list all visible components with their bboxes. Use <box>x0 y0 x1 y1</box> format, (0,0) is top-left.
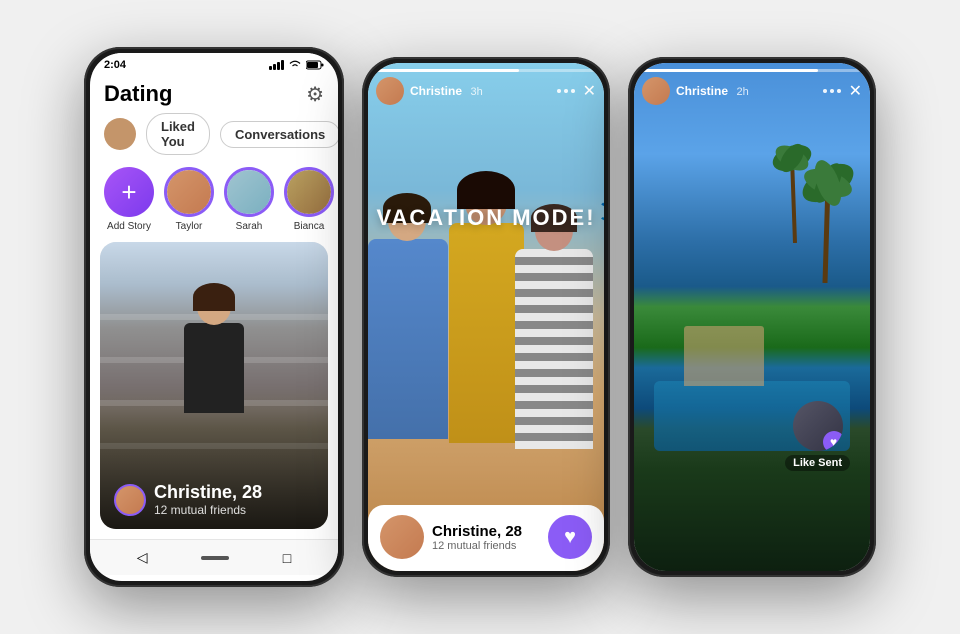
story-profile-name-2: Christine, 28 <box>432 523 522 540</box>
profile-name: Christine, 28 <box>154 482 262 503</box>
taylor-label: Taylor <box>176 221 203 232</box>
nav-bar-1: ◁ □ <box>90 539 338 575</box>
status-time: 2:04 <box>104 59 126 71</box>
story-time-3: 2h <box>736 86 748 98</box>
story-bianca[interactable]: Bianca <box>284 167 334 232</box>
profile-overlay: Christine, 28 12 mutual friends <box>100 409 328 529</box>
like-sent-label: Like Sent <box>785 455 850 471</box>
add-story-label: Add Story <box>107 221 151 232</box>
like-sent-overlay: ♥ Like Sent <box>785 401 850 471</box>
story-progress-fill-2 <box>376 69 519 72</box>
like-button-2[interactable]: ♥ <box>548 515 592 559</box>
phone-2: VACATION MODE! ✈️ Christine 3h <box>362 57 610 577</box>
back-nav-btn[interactable]: ◁ <box>137 549 148 566</box>
story-profile-meta-2: 12 mutual friends <box>432 540 522 552</box>
profile-thumb-tab <box>104 118 136 150</box>
add-story-item[interactable]: + Add Story <box>104 167 154 232</box>
dating-app: Dating ⚙ Liked You Conversations + Add <box>90 73 338 575</box>
story-username-3: Christine <box>676 84 728 98</box>
vacation-label: VACATION MODE! <box>376 205 595 230</box>
story-view-2: VACATION MODE! ✈️ Christine 3h <box>368 63 604 571</box>
dating-header: Dating ⚙ <box>90 73 338 113</box>
taylor-avatar <box>164 167 214 217</box>
stories-row: + Add Story Taylor <box>90 163 338 242</box>
story-avatar-sm-2 <box>376 77 404 105</box>
settings-icon[interactable]: ⚙ <box>306 82 324 107</box>
profile-text: Christine, 28 12 mutual friends <box>154 482 262 517</box>
profile-avatar-small <box>114 484 146 516</box>
story-view-3: ♥ Like Sent Christine 2h <box>634 63 870 571</box>
sarah-avatar <box>224 167 274 217</box>
story-progress-2 <box>376 69 596 72</box>
story-avatar-sm-3 <box>642 77 670 105</box>
battery-icon <box>306 60 324 70</box>
profile-info-row: Christine, 28 12 mutual friends <box>114 482 314 517</box>
story-profile-avatar-2 <box>380 515 424 559</box>
story-user-text-2: Christine 3h <box>410 82 483 100</box>
status-icons <box>269 60 324 70</box>
profile-meta: 12 mutual friends <box>154 503 262 517</box>
story-username-2: Christine <box>410 84 462 98</box>
vacation-text-overlay: VACATION MODE! ✈️ <box>376 205 595 231</box>
resort-bg <box>634 63 870 571</box>
story-header-2: Christine 3h ✕ <box>376 77 596 105</box>
plane-emoji: ✈️ <box>600 201 604 230</box>
story-user-text-3: Christine 2h <box>676 82 749 100</box>
tabs-row: Liked You Conversations <box>90 113 338 163</box>
story-header-3: Christine 2h ✕ <box>642 77 862 105</box>
recents-nav-btn[interactable]: □ <box>283 550 291 566</box>
bianca-label: Bianca <box>294 221 325 232</box>
profile-card[interactable]: Christine, 28 12 mutual friends <box>100 242 328 529</box>
signal-icon <box>269 60 284 70</box>
add-story-circle: + <box>104 167 154 217</box>
resort-building <box>684 326 764 386</box>
palm-tree-left <box>770 93 820 243</box>
story-taylor[interactable]: Taylor <box>164 167 214 232</box>
close-story-2[interactable]: ✕ <box>583 81 596 101</box>
conversations-tab[interactable]: Conversations <box>220 121 338 148</box>
story-profile-left-2: Christine, 28 12 mutual friends <box>380 515 522 559</box>
story-sarah[interactable]: Sarah <box>224 167 274 232</box>
home-nav-btn[interactable] <box>201 556 229 560</box>
phone-1: 2:04 <box>84 47 344 587</box>
story-profile-text-2: Christine, 28 12 mutual friends <box>432 523 522 552</box>
sarah-label: Sarah <box>236 221 263 232</box>
dots-menu-2[interactable] <box>557 89 575 93</box>
bianca-avatar <box>284 167 334 217</box>
story-progress-fill-3 <box>642 69 818 72</box>
phone-3: ♥ Like Sent Christine 2h <box>628 57 876 577</box>
like-sent-avatar: ♥ <box>793 401 843 451</box>
story-user-info-3: Christine 2h <box>642 77 749 105</box>
dots-menu-3[interactable] <box>823 89 841 93</box>
story-profile-card-2: Christine, 28 12 mutual friends ♥ <box>368 505 604 571</box>
story-progress-3 <box>642 69 862 72</box>
app-title: Dating <box>104 81 172 107</box>
wifi-icon <box>288 60 302 70</box>
like-sent-heart-icon: ♥ <box>823 431 843 451</box>
close-story-3[interactable]: ✕ <box>849 81 862 101</box>
story-actions-2: ✕ <box>557 81 596 101</box>
story-time-2: 3h <box>470 86 482 98</box>
status-bar-1: 2:04 <box>90 53 338 73</box>
story-actions-3: ✕ <box>823 81 862 101</box>
story-user-info-2: Christine 3h <box>376 77 483 105</box>
liked-you-tab[interactable]: Liked You <box>146 113 210 155</box>
plus-icon: + <box>121 179 136 205</box>
